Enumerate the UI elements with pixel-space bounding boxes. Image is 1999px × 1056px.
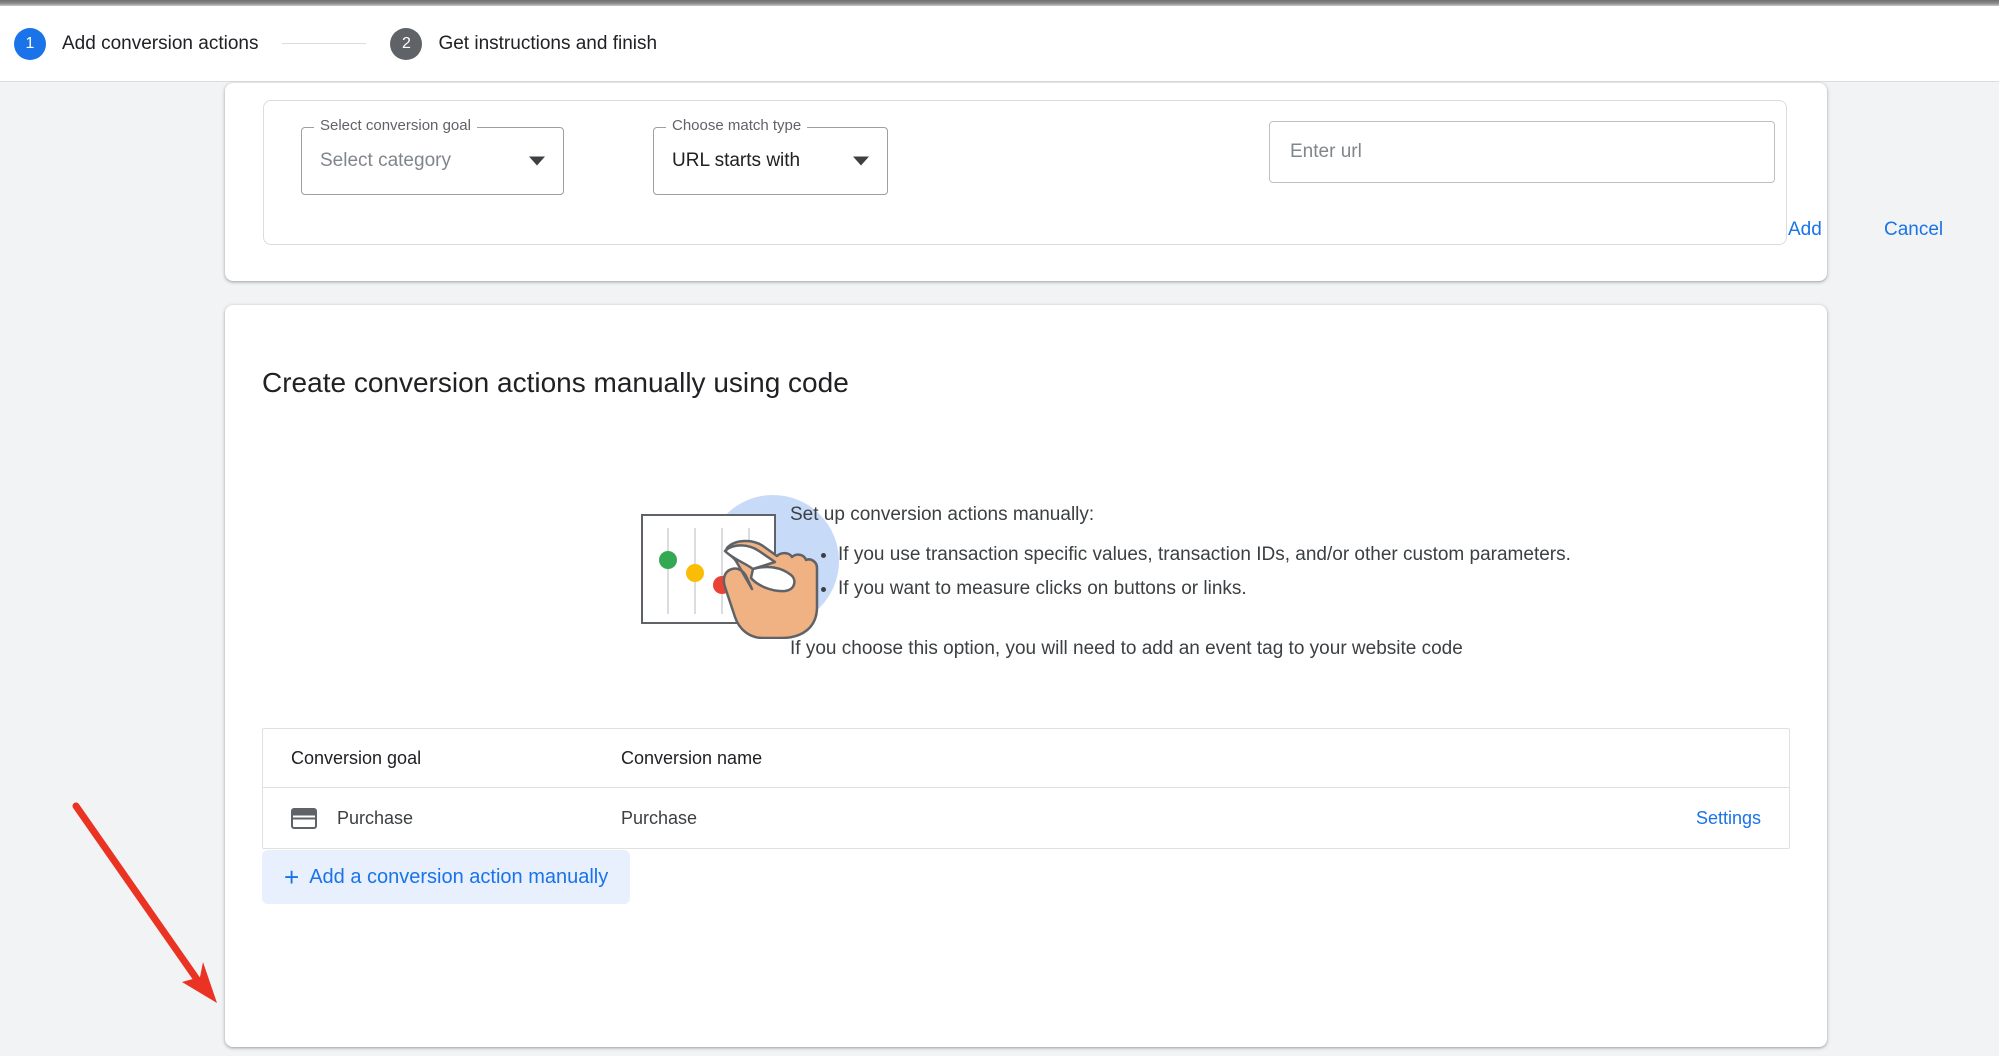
add-conversion-action-manually-button[interactable]: + Add a conversion action manually bbox=[262, 850, 631, 904]
cell-actions: Settings bbox=[1461, 808, 1789, 829]
url-input-wrapper[interactable]: Enter url bbox=[1269, 121, 1775, 183]
list-item: If you want to measure clicks on buttons… bbox=[838, 572, 1800, 606]
step-2-badge: 2 bbox=[390, 27, 423, 60]
step-1-badge: 1 bbox=[14, 27, 46, 60]
table-row: Purchase Purchase Settings bbox=[263, 788, 1789, 848]
cell-conversion-goal: Purchase bbox=[263, 807, 621, 829]
add-button[interactable]: Add bbox=[1788, 219, 1822, 241]
slider-dot-green bbox=[659, 551, 677, 569]
content-scroll-area: Select conversion goal Select category C… bbox=[0, 83, 1999, 1056]
step-1-label: Add conversion actions bbox=[62, 32, 259, 54]
card-title: Create conversion actions manually using… bbox=[262, 367, 849, 398]
add-conversion-row-card: Select conversion goal Select category C… bbox=[225, 83, 1943, 281]
settings-link[interactable]: Settings bbox=[1696, 808, 1761, 828]
slider-dot-yellow bbox=[686, 564, 704, 582]
wizard-stepper: 1 Add conversion actions 2 Get instructi… bbox=[0, 6, 1999, 82]
conversion-actions-table: Conversion goal Conversion name Purchase… bbox=[262, 728, 1790, 849]
manual-copy-block: Set up conversion actions manually: If y… bbox=[790, 500, 1800, 664]
chevron-down-icon bbox=[853, 156, 869, 166]
step-2-label: Get instructions and finish bbox=[438, 32, 658, 54]
conversion-goal-value: Select category bbox=[320, 150, 451, 171]
stepper-step-2[interactable]: 2 Get instructions and finish bbox=[390, 27, 658, 60]
stepper-step-1[interactable]: 1 Add conversion actions bbox=[14, 27, 259, 60]
conversion-goal-legend: Select conversion goal bbox=[314, 117, 477, 134]
copy-footer: If you choose this option, you will need… bbox=[790, 638, 1463, 659]
match-type-value: URL starts with bbox=[672, 150, 801, 171]
url-input-placeholder: Enter url bbox=[1290, 141, 1362, 162]
conversion-goal-select[interactable]: Select conversion goal Select category bbox=[301, 117, 564, 195]
column-header-conversion-goal: Conversion goal bbox=[291, 747, 422, 768]
list-item: If you use transaction specific values, … bbox=[838, 538, 1800, 572]
match-type-legend: Choose match type bbox=[666, 117, 808, 134]
column-header-conversion-name: Conversion name bbox=[621, 747, 763, 768]
app-page: 1 Add conversion actions 2 Get instructi… bbox=[0, 0, 1999, 1056]
add-conversion-action-manually-label: Add a conversion action manually bbox=[309, 865, 609, 888]
copy-lead: Set up conversion actions manually: bbox=[790, 504, 1095, 525]
slider-track-1 bbox=[667, 528, 669, 614]
cancel-row-button[interactable]: Cancel bbox=[1884, 219, 1943, 241]
stepper-connector bbox=[282, 43, 367, 44]
match-type-select[interactable]: Choose match type URL starts with bbox=[653, 117, 888, 195]
copy-bullet-list: If you use transaction specific values, … bbox=[838, 538, 1800, 606]
manual-code-card: Create conversion actions manually using… bbox=[225, 305, 1827, 1047]
plus-icon: + bbox=[284, 862, 300, 892]
table-header-row: Conversion goal Conversion name bbox=[263, 729, 1789, 788]
cell-conversion-name: Purchase bbox=[621, 807, 698, 828]
cell-conversion-goal-label: Purchase bbox=[337, 807, 414, 828]
chevron-down-icon bbox=[529, 156, 545, 166]
credit-card-icon bbox=[291, 807, 317, 829]
add-row-inner-panel: Select conversion goal Select category C… bbox=[263, 100, 1787, 245]
